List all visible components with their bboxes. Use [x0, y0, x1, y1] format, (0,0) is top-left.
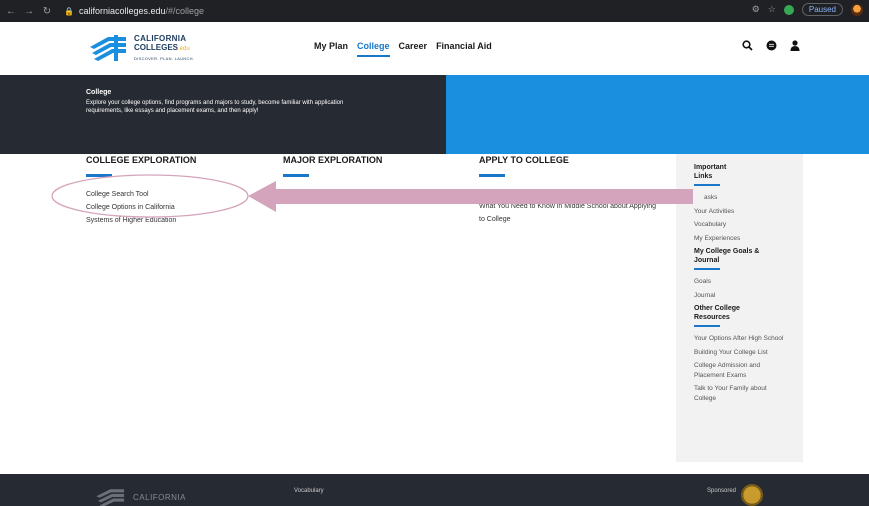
sidebar-heading-underline: [694, 268, 720, 270]
column-college-exploration: COLLEGE EXPLORATION College Search Tool …: [86, 155, 206, 227]
logo-line1: CALIFORNIA: [134, 33, 187, 43]
logo-line2: COLLEGES: [134, 42, 179, 52]
heading-underline: [86, 174, 112, 177]
column-heading: APPLY TO COLLEGE: [479, 155, 569, 165]
reload-icon[interactable]: ↻: [40, 6, 54, 17]
url-host: californiacolleges.edu: [78, 6, 166, 16]
column-major-exploration: MAJOR EXPLORATION: [283, 155, 403, 177]
sidebar-link-journal[interactable]: Journal: [694, 291, 786, 301]
browser-toolbar: ← → ↻ 🔒 californiacolleges.edu/#/college…: [0, 0, 869, 22]
footer-sponsored: Sponsored: [707, 488, 737, 494]
sidebar-link-talk-to-family[interactable]: Talk to Your Family about College: [694, 384, 786, 403]
footer-logo-text: CALIFORNIA: [133, 492, 187, 502]
hero-description: Explore your college options, find progr…: [86, 100, 344, 114]
logo-edu: .edu: [178, 45, 190, 52]
hero-title: College: [86, 89, 112, 96]
logo-mark-icon: [90, 35, 126, 61]
link-college-search-tool[interactable]: College Search Tool: [86, 188, 206, 201]
header-icons: [742, 38, 800, 56]
site-header: CALIFORNIA COLLEGES.edu DISCOVER. PLAN. …: [0, 22, 869, 75]
lock-icon: 🔒: [64, 6, 74, 16]
paused-badge[interactable]: Paused: [801, 3, 843, 16]
sidebar-important-links: Important Links asks Your Activities Voc…: [676, 154, 803, 462]
sidebar-heading-underline: [694, 325, 720, 327]
user-icon[interactable]: [790, 38, 800, 56]
address-bar[interactable]: californiacolleges.edu/#/college: [79, 6, 204, 16]
page: CALIFORNIA COLLEGES.edu DISCOVER. PLAN. …: [0, 22, 869, 506]
column-heading: COLLEGE EXPLORATION: [86, 155, 197, 165]
link-systems-higher-education[interactable]: Systems of Higher Education: [86, 214, 206, 227]
profile-avatar-icon[interactable]: [851, 3, 863, 16]
sidebar-link-tasks[interactable]: asks: [694, 193, 786, 203]
nav-college[interactable]: College: [357, 41, 390, 57]
nav-my-plan[interactable]: My Plan: [314, 41, 348, 51]
logo-tagline: DISCOVER. PLAN. LAUNCH.: [134, 55, 195, 61]
site-logo[interactable]: CALIFORNIA COLLEGES.edu DISCOVER. PLAN. …: [88, 31, 194, 65]
heading-underline: [479, 174, 505, 177]
forward-arrow-icon[interactable]: →: [22, 6, 36, 17]
sidebar-heading: Important Links: [694, 164, 727, 180]
state-seal-icon: [741, 484, 763, 506]
link-middle-school-apply[interactable]: What You Need to Know in Middle School a…: [479, 200, 659, 226]
sidebar-link-options-after-high-school[interactable]: Your Options After High School: [694, 334, 786, 344]
footer-link-vocabulary[interactable]: Vocabulary: [294, 488, 324, 494]
main-nav: My Plan College Career Financial Aid: [314, 41, 492, 57]
star-icon[interactable]: ☆: [768, 4, 776, 15]
column-heading: MAJOR EXPLORATION: [283, 155, 383, 165]
sidebar-link-admission-exams[interactable]: College Admission and Placement Exams: [694, 361, 786, 380]
hero-banner: College Explore your college options, fi…: [0, 75, 869, 154]
sidebar-link-activities[interactable]: Your Activities: [694, 207, 786, 217]
footer-logo-mark-icon: [96, 489, 125, 506]
url-path: /#/college: [165, 6, 205, 16]
sidebar-link-vocabulary[interactable]: Vocabulary: [694, 220, 786, 230]
back-arrow-icon[interactable]: ←: [4, 6, 18, 17]
messages-icon[interactable]: [766, 38, 777, 56]
sidebar-heading-underline: [694, 184, 720, 186]
nav-financial-aid[interactable]: Financial Aid: [436, 41, 492, 51]
heading-underline: [283, 174, 309, 177]
search-icon[interactable]: [742, 38, 753, 56]
sidebar-heading: Other College Resources: [694, 305, 740, 321]
link-college-options-california[interactable]: College Options in California: [86, 201, 206, 214]
nav-career[interactable]: Career: [399, 41, 428, 51]
column-apply-to-college: APPLY TO COLLEGE What You Need to Know i…: [479, 155, 659, 226]
sidebar-link-building-college-list[interactable]: Building Your College List: [694, 348, 786, 358]
hero-blue-panel: [446, 75, 869, 154]
site-footer: CALIFORNIA Vocabulary Sponsored: [0, 474, 869, 506]
footer-logo[interactable]: CALIFORNIA: [94, 487, 186, 506]
extension-icon[interactable]: [783, 4, 794, 15]
sidebar-link-goals[interactable]: Goals: [694, 277, 786, 287]
sidebar-link-experiences[interactable]: My Experiences: [694, 234, 786, 244]
sidebar-heading: My College Goals & Journal: [694, 248, 760, 264]
key-icon[interactable]: ⚙: [752, 4, 760, 15]
